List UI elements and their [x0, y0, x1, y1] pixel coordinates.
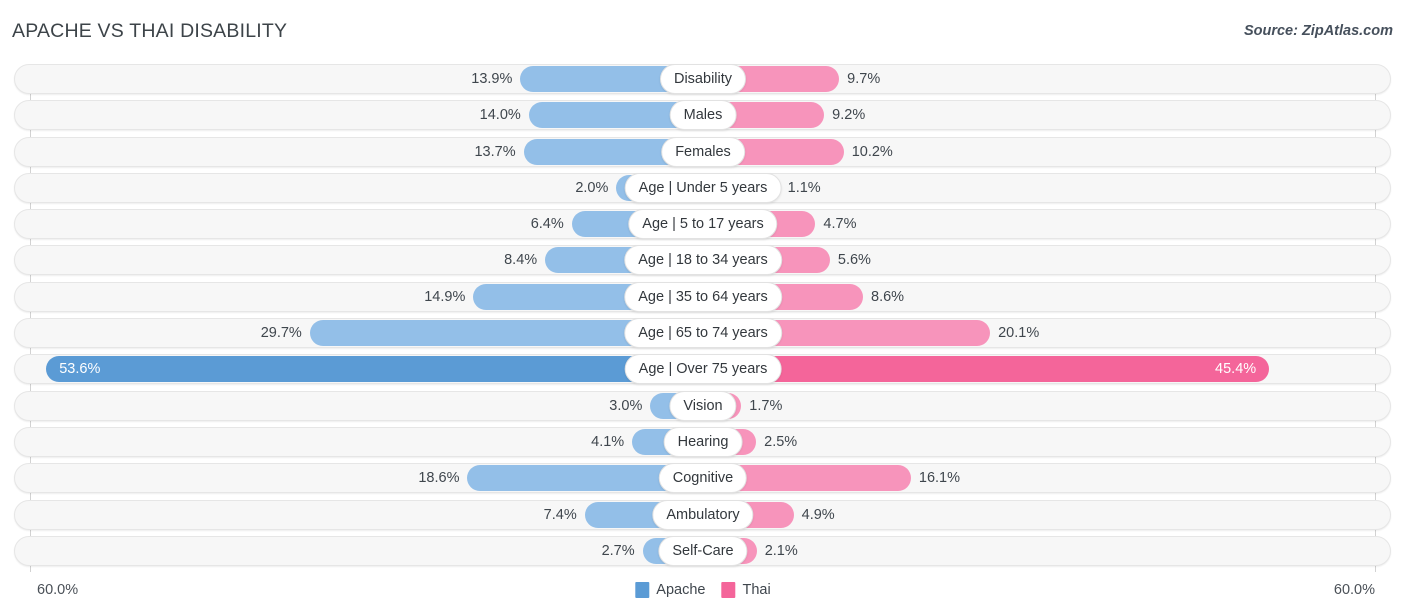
value-label-thai: 10.2% [851, 143, 893, 160]
value-label-thai: 20.1% [998, 325, 1040, 342]
table-row[interactable]: 13.7% 10.2% Females [14, 136, 1391, 167]
legend-swatch-icon [635, 582, 650, 598]
table-row[interactable]: 14.0% 9.2% Males [14, 100, 1391, 131]
bar-thai [697, 356, 1270, 383]
value-label-thai: 9.2% [832, 107, 866, 124]
value-label-thai: 4.9% [801, 506, 835, 523]
value-label-thai: 1.7% [749, 397, 783, 414]
category-label-pill[interactable]: Age | 18 to 34 years [624, 245, 782, 276]
table-row[interactable]: 2.0% 1.1% Age | Under 5 years [14, 172, 1391, 203]
value-label-apache: 18.6% [418, 470, 460, 487]
legend-item[interactable]: Apache [635, 582, 705, 598]
legend-label: Thai [742, 582, 771, 598]
value-label-apache: 29.7% [260, 325, 302, 342]
category-label-pill[interactable]: Vision [669, 390, 737, 421]
chart-legend: Apache Thai [635, 582, 771, 598]
value-label-apache: 7.4% [543, 506, 577, 523]
value-label-apache: 8.4% [504, 252, 538, 269]
category-label-pill[interactable]: Age | 5 to 17 years [628, 209, 778, 240]
table-row[interactable]: 13.9% 9.7% Disability [14, 64, 1391, 94]
category-label-pill[interactable]: Males [669, 100, 737, 131]
value-label-thai: 9.7% [847, 71, 881, 87]
category-label-pill[interactable]: Self-Care [658, 535, 748, 566]
page-title: APACHE VS THAI DISABILITY [12, 20, 288, 42]
value-label-thai: 45.4% [1215, 361, 1257, 378]
value-label-apache: 13.7% [474, 143, 516, 160]
chart-footer: 60.0% 60.0% Apache Thai [0, 575, 1406, 612]
chart-plot-area: 13.9% 9.7% Disability 14.0% 9.2% Males 13.7% 10… [0, 58, 1406, 575]
table-row[interactable]: 14.9% 8.6% Age | 35 to 64 years [14, 281, 1391, 312]
value-label-thai: 16.1% [918, 470, 961, 487]
legend-swatch-icon [721, 582, 736, 598]
legend-item[interactable]: Thai [721, 582, 771, 598]
category-label-pill[interactable]: Hearing [663, 426, 743, 457]
category-label-pill[interactable]: Disability [659, 64, 747, 94]
category-label-pill[interactable]: Cognitive [658, 463, 748, 494]
category-label-pill[interactable]: Age | 65 to 74 years [624, 318, 782, 349]
value-label-thai: 2.5% [764, 433, 798, 450]
value-label-thai: 1.1% [787, 179, 821, 196]
table-row[interactable]: 6.4% 4.7% Age | 5 to 17 years [14, 209, 1391, 240]
table-row[interactable]: 53.6% 45.4% Age | Over 75 years [14, 354, 1391, 385]
axis-label-left: 60.0% [37, 582, 79, 598]
table-row[interactable]: 2.7% 2.1% Self-Care [14, 535, 1391, 566]
chart-root: APACHE VS THAI DISABILITY Source: ZipAtl… [0, 0, 1406, 612]
value-label-apache: 3.0% [609, 397, 643, 414]
value-label-apache: 6.4% [530, 216, 564, 233]
table-row[interactable]: 29.7% 20.1% Age | 65 to 74 years [14, 318, 1391, 349]
axis-label-right: 60.0% [1333, 582, 1375, 598]
legend-label: Apache [656, 582, 706, 598]
value-label-thai: 2.1% [764, 542, 798, 559]
table-row[interactable]: 4.1% 2.5% Hearing [14, 426, 1391, 457]
table-row[interactable]: 8.4% 5.6% Age | 18 to 34 years [14, 245, 1391, 276]
category-label-pill[interactable]: Females [661, 136, 745, 167]
source-attribution: Source: ZipAtlas.com [1243, 23, 1393, 39]
bar-rows-container: 13.9% 9.7% Disability 14.0% 9.2% Males 13.7% 10… [0, 64, 1406, 572]
value-label-thai: 4.7% [823, 216, 857, 233]
table-row[interactable]: 3.0% 1.7% Vision [14, 390, 1391, 421]
value-label-apache: 2.0% [575, 179, 609, 196]
value-label-apache: 14.0% [479, 107, 521, 124]
value-label-thai: 8.6% [871, 288, 905, 305]
value-label-apache: 2.7% [601, 542, 635, 559]
category-label-pill[interactable]: Age | Over 75 years [624, 354, 782, 385]
category-label-pill[interactable]: Age | Under 5 years [624, 172, 782, 203]
value-label-apache: 14.9% [424, 288, 466, 305]
value-label-apache: 4.1% [591, 433, 625, 450]
table-row[interactable]: 7.4% 4.9% Ambulatory [14, 499, 1391, 530]
value-label-thai: 5.6% [837, 252, 871, 269]
category-label-pill[interactable]: Age | 35 to 64 years [624, 281, 782, 312]
category-label-pill[interactable]: Ambulatory [652, 499, 754, 530]
chart-header: APACHE VS THAI DISABILITY Source: ZipAtl… [0, 0, 1406, 58]
table-row[interactable]: 18.6% 16.1% Cognitive [14, 463, 1391, 494]
value-label-apache: 53.6% [59, 361, 101, 378]
value-label-apache: 13.9% [471, 71, 513, 87]
